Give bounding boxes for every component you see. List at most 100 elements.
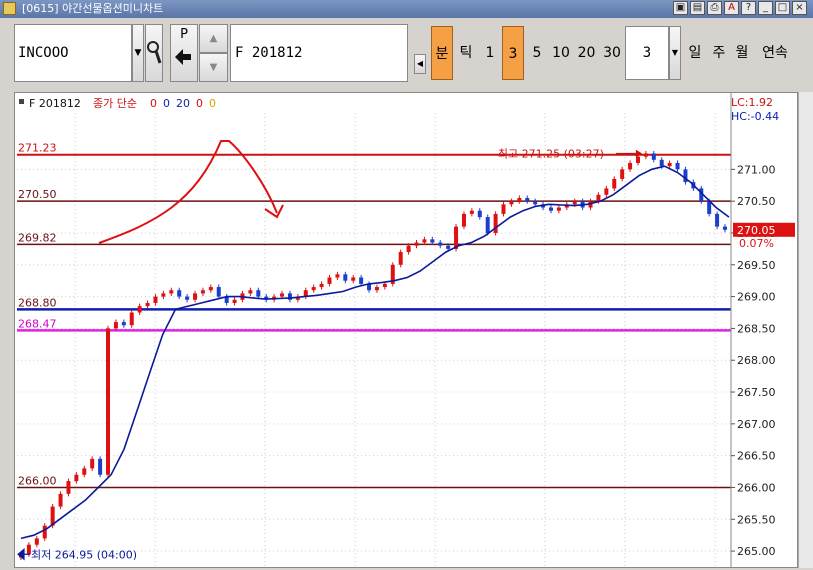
y-tick-label-8: 267.00	[737, 418, 776, 431]
candle-body-53	[438, 242, 443, 246]
y-tick-label-4: 269.00	[737, 291, 776, 304]
period-button-0[interactable]: 분	[431, 26, 453, 80]
legend-param-2: 20	[176, 97, 190, 110]
title-button-7[interactable]: ×	[792, 1, 807, 15]
legend-param-0: 0	[150, 97, 157, 110]
chart-scrollbar[interactable]	[798, 92, 813, 568]
candle-body-21	[185, 296, 190, 300]
hc-readout: HC:-0.44	[731, 110, 779, 123]
candle-body-75	[612, 178, 617, 189]
candle-body-15	[137, 306, 142, 313]
candle-body-13	[121, 322, 126, 326]
p-button[interactable]: P	[170, 24, 198, 82]
hline-label-3: 268.80	[18, 296, 57, 309]
candle-body-29	[248, 290, 253, 294]
candle-body-22	[193, 293, 198, 300]
candle-body-6	[66, 481, 71, 494]
interval-dropdown[interactable]: ▼	[669, 26, 681, 80]
title-buttons: ▣ ▤ ⎙ A? _ □ ×	[673, 1, 807, 15]
candle-body-9	[90, 458, 95, 469]
title-button-2[interactable]: ⎙	[707, 1, 722, 15]
window-title: [0615] 야간선물옵션미니차트	[22, 2, 164, 15]
period-button-7[interactable]: 30	[600, 26, 624, 80]
candle-body-73	[596, 194, 601, 202]
y-tick-label-1: 270.50	[737, 195, 776, 208]
hline-label-5: 266.00	[18, 474, 57, 487]
price-chart[interactable]: 271.23 270.50 269.82 268.80 268.47 266.00 271…	[15, 93, 797, 567]
candle-body-78	[635, 156, 640, 163]
candle-body-80	[651, 153, 656, 160]
candle-body-45	[374, 287, 379, 291]
contract-field[interactable]: F 201812	[230, 24, 408, 82]
candle-body-42	[351, 277, 356, 281]
range-button-3[interactable]: 연속	[755, 26, 795, 80]
period-button-3[interactable]: 3	[502, 26, 524, 80]
search-button[interactable]	[145, 24, 163, 82]
legend-series: 종가 단순	[93, 97, 137, 110]
legend-param-3: 0	[196, 97, 203, 110]
candle-body-10	[98, 458, 103, 475]
candle-body-54	[446, 245, 451, 249]
candle-body-61	[501, 204, 506, 214]
chart-panel[interactable]: 271.23 270.50 269.82 268.80 268.47 266.00 271…	[14, 92, 798, 568]
period-button-4[interactable]: 5	[526, 26, 548, 80]
left-strip	[0, 92, 14, 568]
candle-body-76	[620, 169, 625, 179]
range-button-0[interactable]: 일	[684, 26, 706, 80]
range-button-2[interactable]: 월	[731, 26, 753, 80]
period-button-1[interactable]: 틱	[455, 26, 477, 80]
candle-body-5	[58, 493, 63, 507]
candle-body-3	[42, 525, 47, 539]
spin-up-button[interactable]: ▲	[199, 24, 228, 53]
chart-legend: F 201812 종가 단순 0 0 20 0 0	[19, 97, 216, 110]
contract-scroll-left[interactable]: ◀	[414, 54, 426, 74]
title-button-0[interactable]: ▣	[673, 1, 688, 15]
candle-body-2	[34, 538, 39, 545]
candle-body-49	[406, 245, 411, 253]
candle-body-83	[675, 162, 680, 170]
candle-body-60	[493, 213, 498, 233]
candle-body-67	[548, 207, 553, 211]
period-button-2[interactable]: 1	[479, 26, 501, 80]
p-label: P	[180, 27, 188, 42]
candle-body-56	[461, 213, 466, 227]
title-button-5[interactable]: _	[758, 1, 773, 15]
title-bar: [0615] 야간선물옵션미니차트 ▣ ▤ ⎙ A? _ □ ×	[0, 0, 813, 18]
current-price-text: 270.05	[737, 224, 776, 237]
candle-body-51	[422, 239, 427, 243]
y-tick-label-12: 265.00	[737, 545, 776, 558]
candle-body-33	[280, 293, 285, 297]
candle-body-37	[311, 287, 316, 291]
low-annotation: 최저 264.95 (04:00)	[31, 548, 137, 561]
legend-param-4: 0	[209, 97, 216, 110]
change-percent: 0.07%	[739, 237, 774, 250]
period-button-6[interactable]: 20	[574, 26, 599, 80]
candle-body-63	[517, 197, 522, 202]
app-icon	[3, 2, 16, 15]
candle-body-11	[106, 328, 111, 475]
symbol-dropdown-button[interactable]: ▼	[132, 24, 144, 82]
spin-down-button[interactable]: ▼	[199, 53, 228, 82]
title-button-1[interactable]: ▤	[690, 1, 705, 15]
period-button-5[interactable]: 10	[549, 26, 573, 80]
candle-body-81	[659, 159, 664, 167]
candle-body-24	[208, 287, 213, 291]
high-annotation: 최고 271.25 (03:27)	[498, 147, 604, 160]
candle-body-57	[469, 210, 474, 214]
candle-body-25	[216, 287, 221, 297]
title-button-3[interactable]: A	[724, 1, 739, 15]
symbol-code-input[interactable]: INCOOO	[14, 24, 132, 82]
y-tick-label-9: 266.50	[737, 450, 776, 463]
candle-body-79	[643, 153, 648, 157]
candle-body-48	[398, 252, 403, 265]
symbol-code-text: INCOOO	[18, 45, 69, 61]
interval-input[interactable]: 3	[625, 26, 669, 80]
title-button-4[interactable]: ?	[741, 1, 756, 15]
arrow-left-icon	[175, 49, 191, 65]
candle-body-18	[161, 293, 166, 297]
title-button-6[interactable]: □	[775, 1, 790, 15]
range-button-1[interactable]: 주	[708, 26, 730, 80]
y-tick-label-5: 268.50	[737, 322, 776, 335]
candle-body-40	[335, 274, 340, 278]
candle-body-65	[533, 201, 538, 205]
